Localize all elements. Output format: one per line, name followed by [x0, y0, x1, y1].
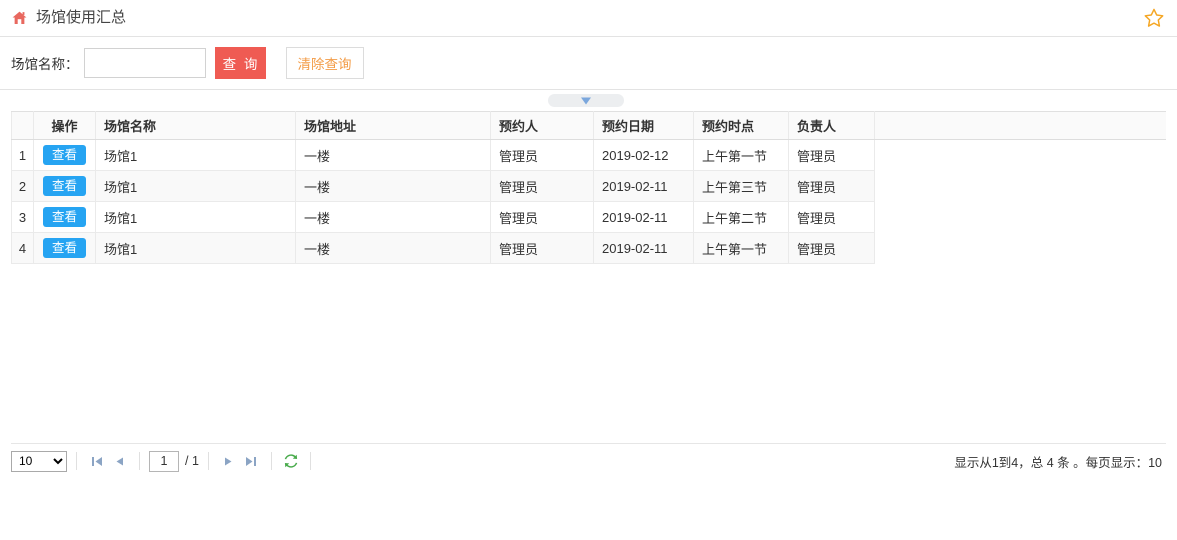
cell-venue-address: 一楼	[295, 139, 491, 171]
cell-venue-address: 一楼	[295, 232, 491, 264]
column-header-operation[interactable]: 操作	[33, 111, 96, 140]
last-page-icon	[246, 456, 257, 466]
cell-row-number: 2	[11, 170, 34, 202]
pagination-bar: 10 / 1	[11, 443, 1166, 474]
page-header-title-group: 场馆使用汇总	[11, 9, 126, 26]
next-page-button[interactable]	[218, 451, 240, 471]
column-header-booking-date[interactable]: 预约日期	[593, 111, 694, 140]
first-page-icon	[91, 456, 102, 466]
cell-booker: 管理员	[490, 170, 594, 202]
cell-operation: 查看	[33, 170, 96, 202]
cell-manager: 管理员	[788, 232, 875, 264]
view-button[interactable]: 查看	[42, 145, 86, 165]
column-header-booking-period[interactable]: 预约时点	[693, 111, 789, 140]
cell-booking-date: 2019-02-11	[593, 232, 694, 264]
page-header: 场馆使用汇总	[0, 0, 1177, 37]
cell-venue-name: 场馆1	[95, 232, 296, 264]
cell-filler	[874, 170, 1166, 202]
pager-divider-5	[309, 452, 311, 470]
column-header-venue-address[interactable]: 场馆地址	[295, 111, 491, 140]
column-header-manager[interactable]: 负责人	[788, 111, 875, 140]
venue-name-input[interactable]	[83, 48, 206, 78]
collapse-search-panel-toggle[interactable]	[548, 94, 624, 107]
collapse-toggle-row	[0, 90, 1177, 111]
cell-filler	[874, 139, 1166, 171]
cell-filler	[874, 201, 1166, 233]
cell-filler	[874, 232, 1166, 264]
last-page-button[interactable]	[240, 451, 262, 471]
caret-down-icon	[581, 97, 591, 104]
view-button[interactable]: 查看	[42, 207, 86, 227]
cell-operation: 查看	[33, 139, 96, 171]
cell-booker: 管理员	[490, 139, 594, 171]
cell-booking-date: 2019-02-11	[593, 201, 694, 233]
table-header-row: 操作 场馆名称 场馆地址 预约人 预约日期 预约时点 负责人	[11, 111, 1166, 140]
cell-venue-name: 场馆1	[95, 139, 296, 171]
cell-operation: 查看	[33, 201, 96, 233]
home-icon	[11, 10, 28, 26]
cell-booker: 管理员	[490, 201, 594, 233]
page-number-input[interactable]	[149, 450, 179, 472]
column-header-venue-name[interactable]: 场馆名称	[95, 111, 296, 140]
page-title: 场馆使用汇总	[36, 9, 127, 26]
cell-booking-date: 2019-02-12	[593, 139, 694, 171]
table-body: 1 查看 场馆1 一楼 管理员 2019-02-12 上午第一节 管理员 2 查看 场馆1 一楼 管理员…	[11, 139, 1166, 264]
prev-page-icon	[116, 457, 123, 465]
column-header-filler	[874, 111, 1166, 140]
cell-manager: 管理员	[788, 201, 875, 233]
cell-venue-name: 场馆1	[95, 201, 296, 233]
cell-row-number: 3	[11, 201, 34, 233]
query-button[interactable]: 查 询	[214, 47, 266, 79]
cell-booking-period: 上午第一节	[693, 232, 789, 264]
clear-query-button[interactable]: 清除查询	[285, 47, 364, 79]
pager-divider-1	[76, 452, 77, 470]
venue-name-label: 场馆名称：	[11, 57, 79, 72]
data-grid-container: 操作 场馆名称 场馆地址 预约人 预约日期 预约时点 负责人 1 查看 场馆1 一楼管…	[0, 111, 1177, 481]
pager-divider-3	[207, 452, 209, 470]
cell-manager: 管理员	[788, 170, 875, 202]
cell-booking-date: 2019-02-11	[593, 170, 694, 202]
pagination-info: 显示从1到4，总 4 条 。每页显示：10	[954, 455, 1162, 470]
cell-row-number: 1	[11, 139, 34, 171]
cell-booker: 管理员	[490, 232, 594, 264]
table-row[interactable]: 2 查看 场馆1 一楼 管理员 2019-02-11 上午第三节 管理员	[11, 170, 1166, 202]
table-row[interactable]: 3 查看 场馆1 一楼 管理员 2019-02-11 上午第二节 管理员	[11, 201, 1166, 233]
view-button[interactable]: 查看	[42, 238, 86, 258]
cell-booking-period: 上午第一节	[693, 139, 789, 171]
table-row[interactable]: 4 查看 场馆1 一楼 管理员 2019-02-11 上午第一节 管理员	[11, 232, 1166, 264]
table-row[interactable]: 1 查看 场馆1 一楼 管理员 2019-02-12 上午第一节 管理员	[11, 139, 1166, 171]
view-button[interactable]: 查看	[42, 176, 86, 196]
cell-row-number: 4	[11, 232, 34, 264]
pager-divider-2	[139, 452, 140, 470]
prev-page-button[interactable]	[108, 451, 130, 471]
column-header-booker[interactable]: 预约人	[490, 111, 594, 140]
cell-venue-address: 一楼	[295, 201, 491, 233]
cell-venue-address: 一楼	[295, 170, 491, 202]
venue-usage-table: 操作 场馆名称 场馆地址 预约人 预约日期 预约时点 负责人 1 查看 场馆1 一楼管…	[11, 111, 1166, 264]
cell-booking-period: 上午第三节	[693, 170, 789, 202]
pager-divider-4	[270, 452, 272, 470]
page-total-label: / 1	[185, 454, 199, 468]
first-page-button[interactable]	[86, 451, 108, 471]
cell-operation: 查看	[33, 232, 96, 264]
table-head: 操作 场馆名称 场馆地址 预约人 预约日期 预约时点 负责人	[11, 111, 1166, 140]
cell-manager: 管理员	[788, 139, 875, 171]
search-bar: 场馆名称： 查 询 清除查询	[0, 37, 1177, 90]
refresh-icon	[284, 454, 298, 468]
refresh-button[interactable]	[281, 451, 301, 471]
next-page-icon	[225, 457, 232, 465]
star-icon[interactable]	[1143, 7, 1165, 29]
page-size-select[interactable]: 10	[11, 450, 67, 472]
cell-booking-period: 上午第二节	[693, 201, 789, 233]
column-header-rownum	[11, 111, 34, 140]
cell-venue-name: 场馆1	[95, 170, 296, 202]
